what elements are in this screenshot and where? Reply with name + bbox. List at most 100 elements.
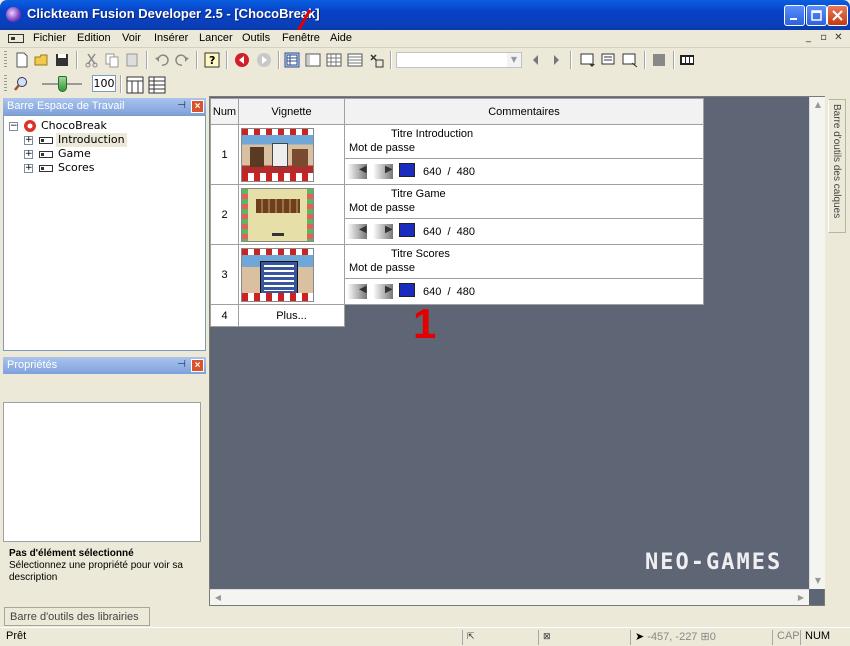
undo-icon[interactable] xyxy=(154,52,170,68)
pin-icon[interactable]: ⊣ xyxy=(177,100,186,111)
horizontal-scrollbar[interactable]: ◀ ▶ xyxy=(210,589,809,605)
frame-editor-icon[interactable] xyxy=(305,52,321,68)
vertical-scrollbar[interactable]: ▲ ▼ xyxy=(809,97,825,589)
scroll-left-icon[interactable]: ◀ xyxy=(211,591,225,605)
frame-number: 3 xyxy=(210,244,239,305)
properties-list[interactable] xyxy=(3,402,201,542)
menu-outils[interactable]: Outils xyxy=(242,32,270,44)
comments-cell[interactable]: Titre Game Mot de passe ◀ ▶ 640 / 480 xyxy=(344,184,704,245)
tree-item-scores[interactable]: + Scores xyxy=(24,161,194,175)
close-icon[interactable]: × xyxy=(191,100,204,113)
frame-title[interactable]: Titre Introduction xyxy=(345,125,703,142)
maximize-button[interactable] xyxy=(806,5,827,26)
add-frame-button[interactable]: Plus... xyxy=(238,304,345,327)
tree-item-introduction[interactable]: + Introduction xyxy=(24,133,194,147)
menu-aide[interactable]: Aide xyxy=(330,32,352,44)
monitor-icon[interactable] xyxy=(399,163,415,177)
monitor-icon[interactable] xyxy=(399,283,415,297)
frame-thumbnail[interactable] xyxy=(241,127,314,182)
frame-password[interactable]: Mot de passe xyxy=(345,142,703,158)
thumbnail-cell[interactable] xyxy=(238,244,345,305)
table-view-icon[interactable] xyxy=(148,76,166,94)
expression-editor-icon[interactable] xyxy=(368,52,384,68)
insert-frame-icon[interactable] xyxy=(580,52,596,68)
event-editor-icon[interactable] xyxy=(326,52,342,68)
frame-password[interactable]: Mot de passe xyxy=(345,202,703,218)
close-button[interactable] xyxy=(827,5,848,26)
redo-icon[interactable] xyxy=(174,52,190,68)
zoom-value-field[interactable]: 100 xyxy=(92,75,116,92)
table-row[interactable]: 3 Titre Scores Mot de passe ◀ ▶ 640 / 48… xyxy=(210,244,704,305)
frame-size[interactable]: 640 / 480 xyxy=(423,286,475,298)
collapse-icon[interactable]: − xyxy=(9,122,18,131)
arrow-right-icon[interactable] xyxy=(548,52,564,68)
menu-fenetre[interactable]: Fenêtre xyxy=(282,32,320,44)
chevron-down-icon[interactable]: ▼ xyxy=(507,53,521,67)
menu-edition[interactable]: Edition xyxy=(77,32,111,44)
help-icon[interactable]: ? xyxy=(204,52,220,68)
minimize-button[interactable] xyxy=(784,5,805,26)
insert-frame-after-icon[interactable] xyxy=(601,52,617,68)
monitor-icon[interactable] xyxy=(399,223,415,237)
expand-icon[interactable]: + xyxy=(24,150,33,159)
layers-toolbar-tab[interactable]: Barre d'outils des calques xyxy=(828,99,846,233)
expand-icon[interactable]: + xyxy=(24,164,33,173)
frame-password[interactable]: Mot de passe xyxy=(345,262,703,278)
scroll-right-icon[interactable]: ▶ xyxy=(794,591,808,605)
frame-title[interactable]: Titre Scores xyxy=(345,245,703,262)
coords-text: -457, -227 xyxy=(647,631,698,643)
table-row[interactable]: 2 Titre Game Mot de passe ◀ ▶ 640 / 480 xyxy=(210,184,704,245)
document-icon[interactable] xyxy=(8,34,24,43)
zoom-icon[interactable] xyxy=(13,76,29,92)
mdi-restore-icon[interactable]: ▫ xyxy=(818,33,829,44)
close-icon[interactable]: × xyxy=(191,359,204,372)
frame-select-dropdown[interactable]: ▼ xyxy=(396,52,522,68)
tree-item-game[interactable]: + Game xyxy=(24,147,194,161)
open-folder-icon[interactable] xyxy=(34,52,50,68)
delete-frame-icon[interactable] xyxy=(622,52,638,68)
previous-frame-icon[interactable] xyxy=(234,52,250,68)
expand-icon[interactable]: + xyxy=(24,136,33,145)
menu-inserer[interactable]: Insérer xyxy=(154,32,188,44)
pin-icon[interactable]: ⊣ xyxy=(177,359,186,370)
frame-thumbnail[interactable] xyxy=(241,187,314,242)
zoom-slider-thumb[interactable] xyxy=(58,76,67,92)
frame-settings-bar: ◀ ▶ 640 / 480 xyxy=(345,158,703,184)
next-frame-icon[interactable] xyxy=(256,52,272,68)
scroll-down-icon[interactable]: ▼ xyxy=(811,574,825,588)
thumbnail-cell[interactable] xyxy=(238,184,345,245)
copy-icon[interactable] xyxy=(104,52,120,68)
mdi-close-icon[interactable]: ✕ xyxy=(833,33,844,44)
menu-voir[interactable]: Voir xyxy=(122,32,141,44)
mdi-minimize-icon[interactable]: _ xyxy=(803,33,814,44)
paste-icon[interactable] xyxy=(124,52,140,68)
frame-title[interactable]: Titre Game xyxy=(345,185,703,202)
event-list-editor-icon[interactable] xyxy=(347,52,363,68)
table-row-add[interactable]: 4 Plus... xyxy=(210,304,704,327)
scroll-up-icon[interactable]: ▲ xyxy=(811,98,825,112)
film-strip-icon[interactable] xyxy=(679,52,695,68)
storyboard-editor-icon[interactable] xyxy=(284,52,300,68)
stop-icon[interactable] xyxy=(651,52,667,68)
frame-size[interactable]: 640 / 480 xyxy=(423,166,475,178)
cut-icon[interactable] xyxy=(84,52,100,68)
thumbnail-cell[interactable] xyxy=(238,124,345,185)
table-row[interactable]: 1 Titre Introduction Mot de passe ◀ ▶ 64… xyxy=(210,124,704,185)
comments-cell[interactable]: Titre Scores Mot de passe ◀ ▶ 640 / 480 xyxy=(344,244,704,305)
tree-item-app[interactable]: − ChocoBreak xyxy=(9,119,199,133)
frame-height: 480 xyxy=(456,286,475,298)
libraries-toolbar-tab[interactable]: Barre d'outils des librairies xyxy=(4,607,150,626)
zoom-toolbar: 100 xyxy=(0,72,200,96)
save-icon[interactable] xyxy=(54,52,70,68)
comments-cell[interactable]: Titre Introduction Mot de passe ◀ ▶ 640 … xyxy=(344,124,704,185)
frame-size[interactable]: 640 / 480 xyxy=(423,226,475,238)
frame-width: 640 xyxy=(423,286,442,298)
new-file-icon[interactable] xyxy=(14,52,30,68)
frame-thumbnail[interactable] xyxy=(241,247,314,302)
status-cell: ⊠ xyxy=(538,630,630,645)
arrow-left-icon[interactable] xyxy=(528,52,544,68)
menu-fichier[interactable]: Fichier xyxy=(33,32,66,44)
grid-view-icon[interactable] xyxy=(126,76,144,94)
menu-lancer[interactable]: Lancer xyxy=(199,32,233,44)
arrow-right-icon: ▶ xyxy=(385,164,393,175)
